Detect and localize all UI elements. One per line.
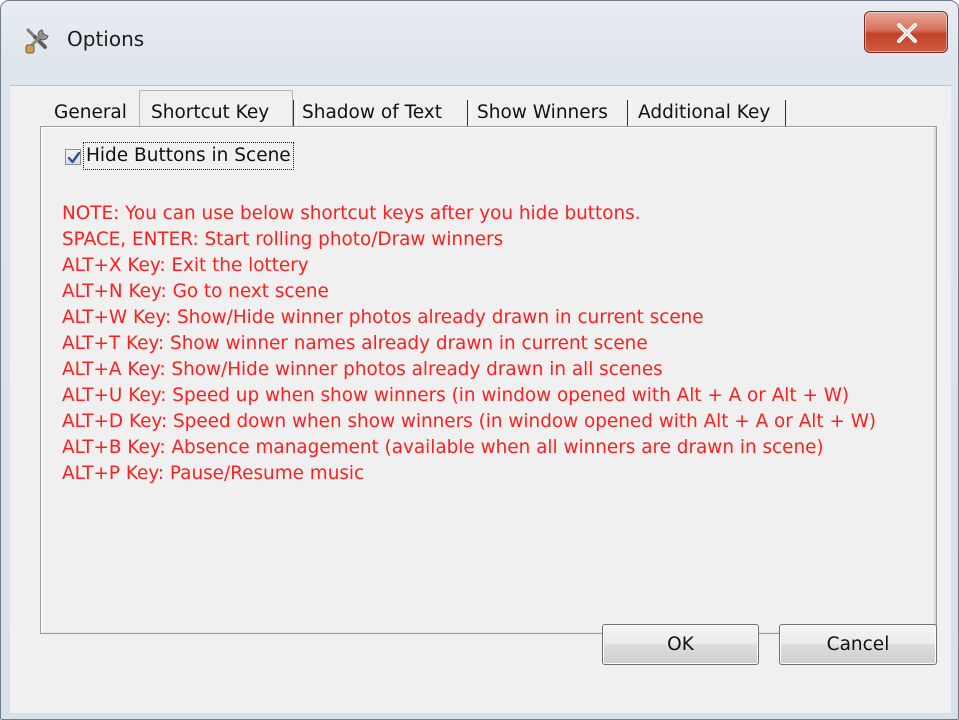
title-bar[interactable]: Options [1,1,958,85]
note-line: ALT+U Key: Speed up when show winners (i… [62,385,850,406]
note-line: ALT+W Key: Show/Hide winner photos alrea… [62,307,704,328]
note-line: ALT+D Key: Speed down when show winners … [62,411,877,432]
window-title: Options [67,27,145,51]
hide-buttons-checkbox[interactable] [65,149,81,165]
note-line: ALT+A Key: Show/Hide winner photos alrea… [62,359,663,380]
tab-general[interactable]: General [54,96,127,130]
wrench-screwdriver-icon [23,25,53,55]
tab-shortcut-key[interactable]: Shortcut Key [151,96,269,130]
shortcut-notes: NOTE: You can use below shortcut keys af… [62,201,912,487]
note-line: ALT+N Key: Go to next scene [62,281,329,302]
note-line: ALT+P Key: Pause/Resume music [62,463,365,484]
tab-separator [785,100,789,126]
tab-show-winners[interactable]: Show Winners [477,96,608,130]
hide-buttons-label[interactable]: Hide Buttons in Scene [83,142,294,170]
window-frame: Options General Shortcut Key Shadow of T… [0,0,959,720]
panel-edge [934,127,936,633]
options-dialog: Options General Shortcut Key Shadow of T… [0,0,959,720]
tab-additional-key[interactable]: Additional Key [638,96,770,130]
cancel-button[interactable]: Cancel [779,624,937,665]
shortcut-key-panel: Hide Buttons in Scene NOTE: You can use … [40,126,937,634]
dialog-client-area: General Shortcut Key Shadow of Text Show… [10,85,951,713]
close-button[interactable] [864,11,948,53]
checkmark-icon [67,151,81,164]
close-icon [897,23,917,43]
tab-separator [467,100,471,126]
note-line: ALT+X Key: Exit the lottery [62,255,309,276]
tab-separator [293,100,297,126]
note-line: ALT+T Key: Show winner names already dra… [62,333,648,354]
tab-separator [627,100,631,126]
note-line: NOTE: You can use below shortcut keys af… [62,203,641,224]
ok-button[interactable]: OK [602,624,759,665]
note-line: SPACE, ENTER: Start rolling photo/Draw w… [62,229,504,250]
tab-shadow-of-text[interactable]: Shadow of Text [302,96,442,130]
note-line: ALT+B Key: Absence management (available… [62,437,824,458]
